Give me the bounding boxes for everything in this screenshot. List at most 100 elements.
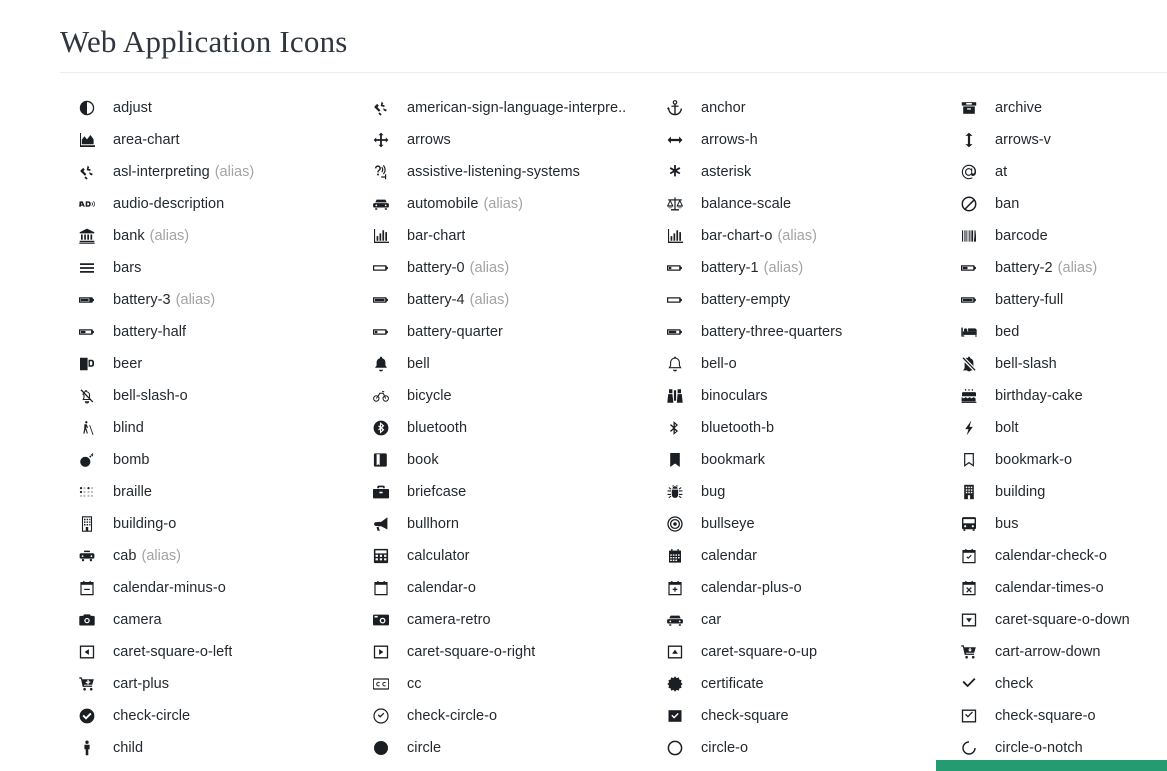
- icon-row[interactable]: child: [60, 732, 354, 764]
- icon-row[interactable]: bed: [942, 316, 1167, 348]
- icon-row[interactable]: calendar: [648, 540, 942, 572]
- icon-row[interactable]: bell: [354, 348, 648, 380]
- icon-row[interactable]: caret-square-o-down: [942, 604, 1167, 636]
- icon-row[interactable]: check: [942, 668, 1167, 700]
- icon-row[interactable]: bell-slash: [942, 348, 1167, 380]
- icon-row[interactable]: bank (alias): [60, 220, 354, 252]
- icon-row[interactable]: car: [648, 604, 942, 636]
- icon-row[interactable]: battery-2 (alias): [942, 252, 1167, 284]
- icon-row[interactable]: bookmark-o: [942, 444, 1167, 476]
- icon-row[interactable]: check-square-o: [942, 700, 1167, 732]
- icon-row[interactable]: caret-square-o-right: [354, 636, 648, 668]
- area-chart-icon: [60, 132, 113, 148]
- icon-row[interactable]: caret-square-o-left: [60, 636, 354, 668]
- icon-row[interactable]: cart-plus: [60, 668, 354, 700]
- icon-row[interactable]: braille: [60, 476, 354, 508]
- page-title: Web Application Icons: [60, 24, 348, 59]
- icon-row[interactable]: check-square: [648, 700, 942, 732]
- icon-row[interactable]: bar-chart-o (alias): [648, 220, 942, 252]
- icon-row[interactable]: briefcase: [354, 476, 648, 508]
- icon-row[interactable]: calculator: [354, 540, 648, 572]
- icon-row[interactable]: binoculars: [648, 380, 942, 412]
- icon-row[interactable]: bookmark: [648, 444, 942, 476]
- icon-row[interactable]: battery-full: [942, 284, 1167, 316]
- icon-row[interactable]: building: [942, 476, 1167, 508]
- icon-row[interactable]: assistive-listening-systems: [354, 156, 648, 188]
- icon-row[interactable]: beer: [60, 348, 354, 380]
- icon-row[interactable]: battery-3 (alias): [60, 284, 354, 316]
- icon-row[interactable]: bicycle: [354, 380, 648, 412]
- icon-row[interactable]: calendar-plus-o: [648, 572, 942, 604]
- icon-row[interactable]: caret-square-o-up: [648, 636, 942, 668]
- icon-row[interactable]: calendar-times-o: [942, 572, 1167, 604]
- icon-row[interactable]: cc: [354, 668, 648, 700]
- calendar-icon: [648, 548, 701, 564]
- battery-quarter-icon: [354, 324, 407, 340]
- icon-row[interactable]: arrows-h: [648, 124, 942, 156]
- icon-row[interactable]: calendar-o: [354, 572, 648, 604]
- icon-name-label: caret-square-o-right: [407, 644, 536, 660]
- icon-row[interactable]: circle: [354, 732, 648, 764]
- icon-row[interactable]: bar-chart: [354, 220, 648, 252]
- icon-row[interactable]: bullseye: [648, 508, 942, 540]
- icon-row[interactable]: battery-1 (alias): [648, 252, 942, 284]
- icon-row[interactable]: arrows-v: [942, 124, 1167, 156]
- icon-row[interactable]: audio-description: [60, 188, 354, 220]
- icon-row[interactable]: bars: [60, 252, 354, 284]
- icon-name-label: check-circle-o: [407, 708, 498, 724]
- icon-row[interactable]: bomb: [60, 444, 354, 476]
- icon-row[interactable]: camera: [60, 604, 354, 636]
- icon-row[interactable]: adjust: [60, 92, 354, 124]
- icon-row[interactable]: building-o: [60, 508, 354, 540]
- icon-row[interactable]: circle-o: [648, 732, 942, 764]
- icon-row[interactable]: asterisk: [648, 156, 942, 188]
- icon-row[interactable]: certificate: [648, 668, 942, 700]
- icon-grid: adjust area-chart asl-interpreting (alias) a…: [60, 92, 1167, 764]
- icon-row[interactable]: book: [354, 444, 648, 476]
- icon-row[interactable]: bus: [942, 508, 1167, 540]
- icon-name-label: bus: [995, 516, 1019, 532]
- beer-icon: [60, 356, 113, 372]
- icon-row[interactable]: ban: [942, 188, 1167, 220]
- icon-row[interactable]: battery-quarter: [354, 316, 648, 348]
- icon-row[interactable]: blind: [60, 412, 354, 444]
- icon-row[interactable]: check-circle-o: [354, 700, 648, 732]
- icon-row[interactable]: check-circle: [60, 700, 354, 732]
- icon-row[interactable]: bluetooth: [354, 412, 648, 444]
- icon-row[interactable]: automobile (alias): [354, 188, 648, 220]
- icon-row[interactable]: bell-slash-o: [60, 380, 354, 412]
- icon-row[interactable]: calendar-check-o: [942, 540, 1167, 572]
- icon-name-label: camera: [113, 612, 162, 628]
- icon-name-label: circle-o: [701, 740, 749, 756]
- icon-row[interactable]: cab (alias): [60, 540, 354, 572]
- alias-badge: (alias): [469, 292, 510, 308]
- icon-row[interactable]: anchor: [648, 92, 942, 124]
- icon-row[interactable]: cart-arrow-down: [942, 636, 1167, 668]
- bell-slash-o-icon: [60, 388, 113, 404]
- icon-row[interactable]: battery-empty: [648, 284, 942, 316]
- icon-row[interactable]: area-chart: [60, 124, 354, 156]
- icon-row[interactable]: battery-three-quarters: [648, 316, 942, 348]
- icon-row[interactable]: arrows: [354, 124, 648, 156]
- icon-row[interactable]: at: [942, 156, 1167, 188]
- icon-row[interactable]: asl-interpreting (alias): [60, 156, 354, 188]
- icon-row[interactable]: bluetooth-b: [648, 412, 942, 444]
- icon-row[interactable]: bug: [648, 476, 942, 508]
- icon-row[interactable]: bullhorn: [354, 508, 648, 540]
- icon-row[interactable]: barcode: [942, 220, 1167, 252]
- icon-row[interactable]: battery-0 (alias): [354, 252, 648, 284]
- bluetooth-icon: [354, 420, 407, 436]
- icon-row[interactable]: bell-o: [648, 348, 942, 380]
- icon-row[interactable]: archive: [942, 92, 1167, 124]
- icon-row[interactable]: birthday-cake: [942, 380, 1167, 412]
- icon-row[interactable]: battery-half: [60, 316, 354, 348]
- icon-row[interactable]: balance-scale: [648, 188, 942, 220]
- calendar-minus-o-icon: [60, 580, 113, 596]
- icon-row[interactable]: bolt: [942, 412, 1167, 444]
- icon-row[interactable]: camera-retro: [354, 604, 648, 636]
- icon-row[interactable]: battery-4 (alias): [354, 284, 648, 316]
- arrows-icon: [354, 132, 407, 148]
- icon-row[interactable]: american-sign-language-interpre..: [354, 92, 648, 124]
- anchor-icon: [648, 100, 701, 116]
- icon-row[interactable]: calendar-minus-o: [60, 572, 354, 604]
